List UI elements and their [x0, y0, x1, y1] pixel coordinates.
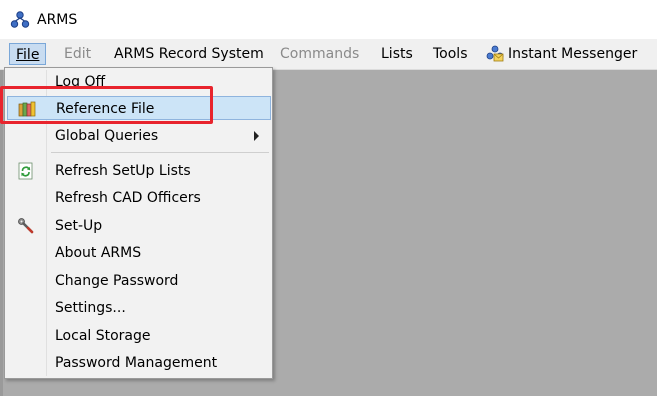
- menu-instant-messenger-label: Instant Messenger: [508, 46, 638, 62]
- menu-item-about-arms[interactable]: About ARMS: [7, 241, 271, 265]
- menu-tools[interactable]: Tools: [427, 43, 474, 65]
- menu-item-label: Set-Up: [55, 218, 103, 234]
- menu-separator: [51, 152, 269, 153]
- menu-bar: File Edit ARMS Record System Commands Li…: [0, 39, 657, 70]
- menu-lists[interactable]: Lists: [375, 43, 419, 65]
- menu-arms-record-system[interactable]: ARMS Record System: [108, 43, 270, 65]
- menu-item-refresh-cad-officers[interactable]: Refresh CAD Officers: [7, 186, 271, 210]
- menu-item-label: Refresh SetUp Lists: [55, 163, 191, 179]
- menu-item-change-password[interactable]: Change Password: [7, 269, 271, 293]
- refresh-icon: [18, 162, 33, 180]
- window-title: ARMS: [37, 12, 78, 28]
- menu-item-label: Refresh CAD Officers: [55, 190, 201, 206]
- menu-item-global-queries[interactable]: Global Queries: [7, 124, 271, 148]
- wrench-icon: [18, 218, 34, 234]
- title-bar: ARMS: [0, 0, 657, 39]
- menu-item-refresh-setup-lists[interactable]: Refresh SetUp Lists: [7, 159, 271, 183]
- menu-item-label: Password Management: [55, 355, 218, 371]
- menu-commands: Commands: [280, 46, 360, 62]
- menu-item-set-up[interactable]: Set-Up: [7, 214, 271, 238]
- menu-item-password-management[interactable]: Password Management: [7, 351, 271, 375]
- arms-network-icon: [10, 11, 30, 28]
- menu-edit: Edit: [64, 46, 92, 62]
- menu-item-label: About ARMS: [55, 245, 142, 261]
- messenger-icon: [486, 45, 504, 62]
- menu-item-label: Global Queries: [55, 128, 159, 144]
- menu-item-local-storage[interactable]: Local Storage: [7, 324, 271, 348]
- menu-item-label: Change Password: [55, 273, 179, 289]
- menu-file[interactable]: File: [9, 43, 47, 65]
- chevron-right-icon: [254, 131, 259, 141]
- menu-instant-messenger[interactable]: Instant Messenger: [480, 43, 643, 65]
- menu-item-settings[interactable]: Settings...: [7, 296, 271, 320]
- menu-item-label: Settings...: [55, 300, 126, 316]
- menu-file-label: File: [16, 47, 40, 63]
- annotation-highlight-box: [0, 86, 213, 124]
- menu-item-label: Local Storage: [55, 328, 151, 344]
